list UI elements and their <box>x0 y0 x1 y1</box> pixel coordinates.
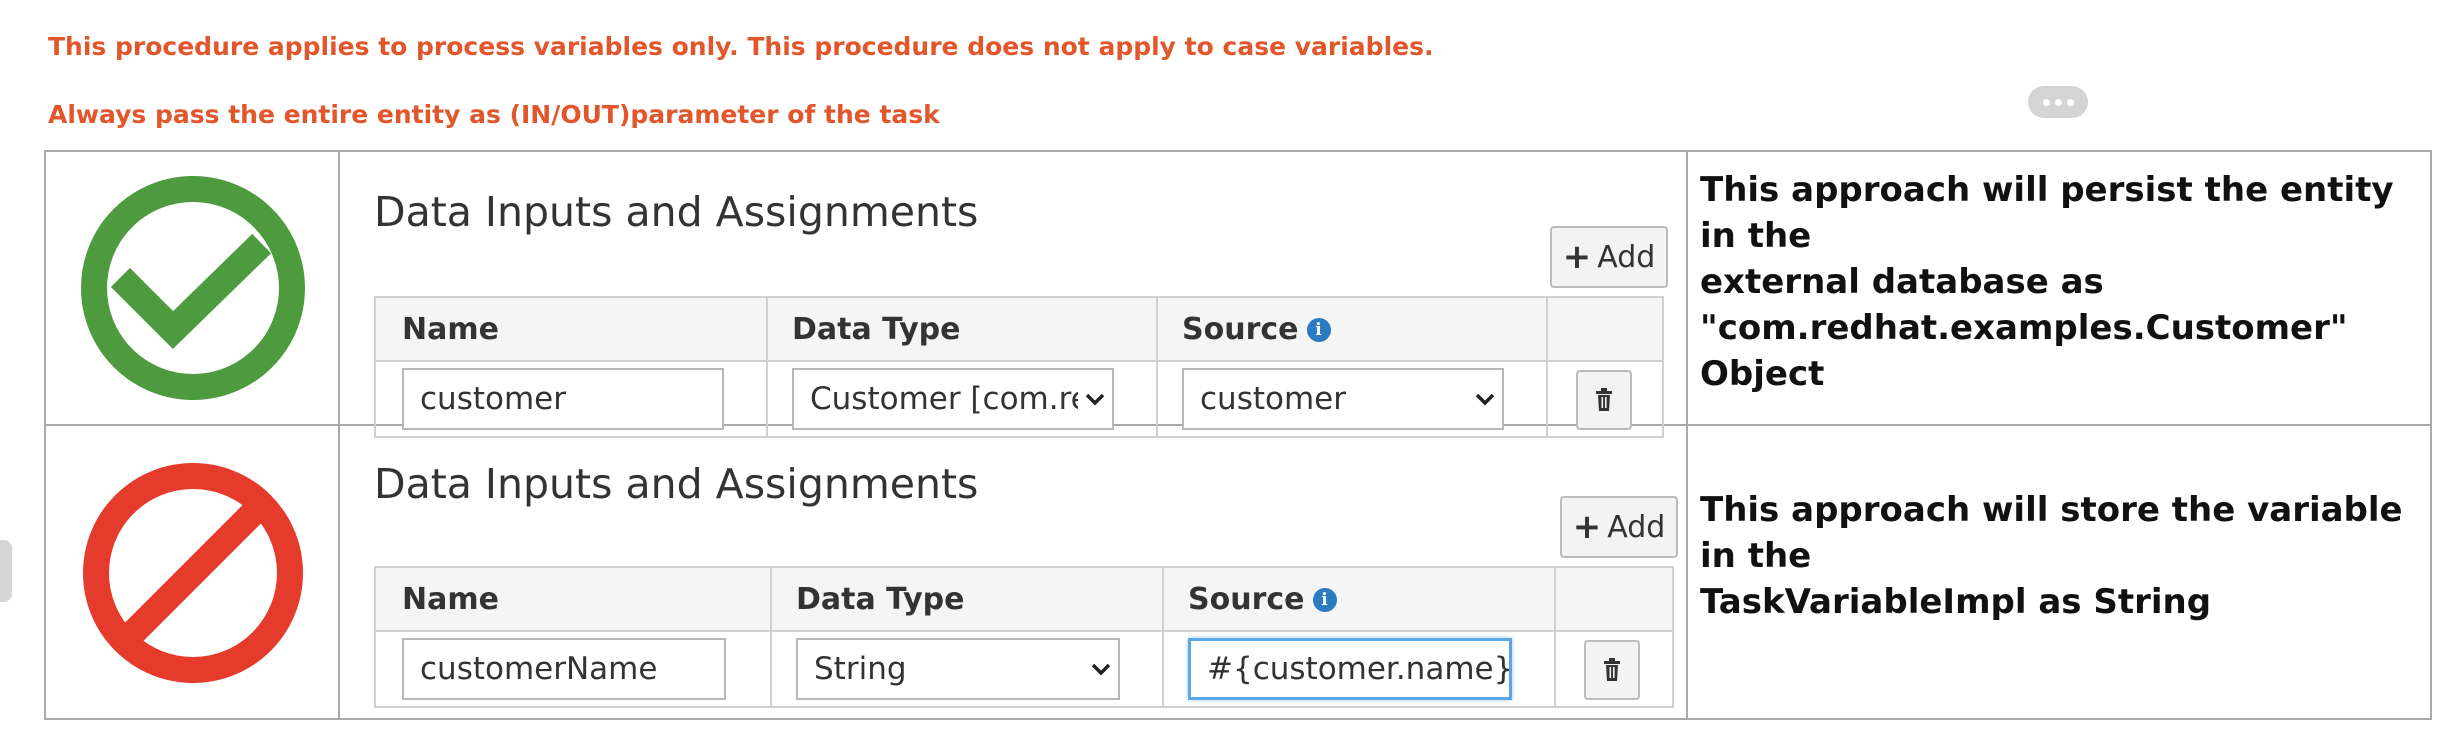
delete-button[interactable] <box>1584 640 1640 700</box>
chevron-down-icon <box>1078 370 1112 428</box>
side-handle[interactable] <box>0 540 12 602</box>
incorrect-approach-description: This approach will store the variable in… <box>1688 426 2430 720</box>
data-type-header: Data Type <box>796 582 965 617</box>
name-input[interactable]: customerName <box>402 638 726 700</box>
panel-title: Data Inputs and Assignments <box>374 188 979 236</box>
assignments-grid: Name Data Type Source i customerName Stri… <box>374 566 1674 708</box>
chevron-down-icon <box>1468 370 1502 428</box>
info-icon[interactable]: i <box>1306 317 1331 342</box>
data-inputs-panel-incorrect: Data Inputs and Assignments + Add Name D… <box>340 426 1686 720</box>
guideline-notice: Always pass the entire entity as (IN/OUT… <box>48 100 940 129</box>
add-button[interactable]: + Add <box>1550 226 1668 288</box>
comparison-table: Data Inputs and Assignments + Add Name D… <box>44 150 2432 720</box>
description-line: external database as <box>1700 262 2104 302</box>
data-type-header: Data Type <box>792 312 961 347</box>
prohibited-icon <box>83 463 303 683</box>
plus-icon: + <box>1572 507 1602 547</box>
chevron-down-icon <box>1084 640 1118 698</box>
add-button[interactable]: + Add <box>1560 496 1678 558</box>
name-header: Name <box>402 312 499 347</box>
name-header: Name <box>402 582 499 617</box>
correct-approach-cell <box>48 152 338 424</box>
description-line: TaskVariableImpl as String <box>1700 582 2212 622</box>
check-circle-icon <box>81 176 305 400</box>
source-expression-input[interactable]: #{customer.name} <box>1188 638 1512 700</box>
more-options-button[interactable] <box>2028 86 2088 118</box>
add-label: Add <box>1607 509 1666 545</box>
info-icon[interactable]: i <box>1312 587 1337 612</box>
description-line: "com.redhat.examples.Customer" Object <box>1700 308 2348 394</box>
source-select[interactable]: customer <box>1182 368 1504 430</box>
name-input[interactable]: customer <box>402 368 724 430</box>
description-line: This approach will persist the entity in… <box>1700 170 2394 256</box>
data-inputs-panel-correct: Data Inputs and Assignments + Add Name D… <box>340 152 1686 438</box>
description-line: This approach will store the variable in… <box>1700 490 2403 576</box>
plus-icon: + <box>1562 237 1592 277</box>
delete-button[interactable] <box>1576 370 1632 430</box>
source-header: Source i <box>1182 312 1331 347</box>
source-header: Source i <box>1188 582 1337 617</box>
scope-notice: This procedure applies to process variab… <box>48 32 1434 61</box>
trash-icon <box>1604 658 1620 681</box>
data-type-select[interactable]: Customer [com.redhat.examples] <box>792 368 1114 430</box>
add-label: Add <box>1597 239 1656 275</box>
incorrect-approach-cell <box>48 426 338 720</box>
assignments-grid: Name Data Type Source i customer Customer… <box>374 296 1664 438</box>
trash-icon <box>1596 388 1612 411</box>
data-type-select[interactable]: String <box>796 638 1120 700</box>
correct-approach-description: This approach will persist the entity in… <box>1688 152 2430 424</box>
panel-title: Data Inputs and Assignments <box>374 460 979 508</box>
